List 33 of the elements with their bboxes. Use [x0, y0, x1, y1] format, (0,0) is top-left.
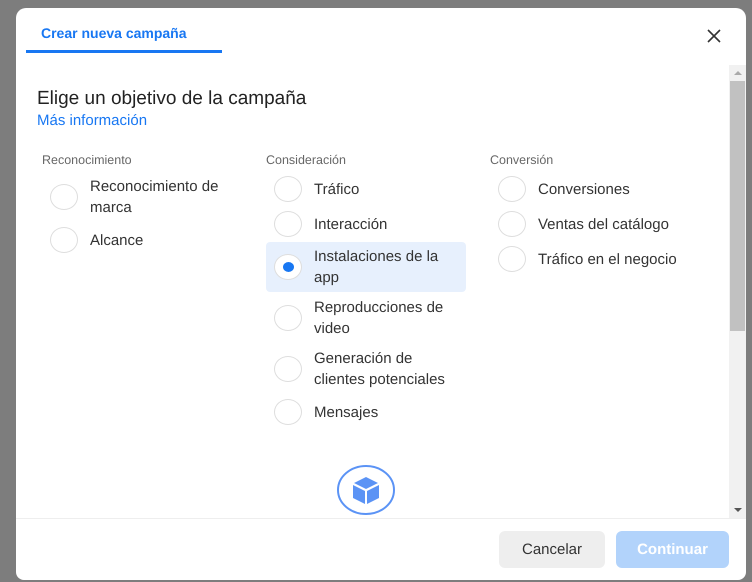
radio-button[interactable]: [50, 184, 78, 210]
option-label[interactable]: Reconocimiento de marca: [90, 176, 234, 218]
option-label[interactable]: Tráfico en el negocio: [538, 248, 677, 270]
radio-button[interactable]: [50, 227, 78, 253]
dialog-heading: Elige un objetivo de la campaña: [37, 87, 308, 111]
option-label[interactable]: Generación de clientes potenciales: [314, 348, 458, 390]
scrollbar[interactable]: [729, 65, 746, 518]
category-label: Consideración: [266, 153, 346, 167]
option-label[interactable]: Interacción: [314, 214, 388, 234]
option-label[interactable]: Alcance: [90, 230, 144, 250]
option-label[interactable]: Tráfico: [314, 178, 360, 200]
radio-button[interactable]: [274, 211, 302, 237]
option-label[interactable]: Mensajes: [314, 402, 378, 422]
radio-button[interactable]: [498, 176, 526, 202]
category-label: Reconocimiento: [42, 153, 132, 167]
option-label[interactable]: Reproducciones de video: [314, 297, 458, 339]
cancel-button[interactable]: Cancelar: [499, 531, 605, 568]
tab[interactable]: Crear nueva campaña: [26, 8, 222, 53]
option-label[interactable]: Conversiones: [538, 178, 630, 200]
radio-button[interactable]: [274, 356, 302, 382]
radio-button[interactable]: [274, 176, 302, 202]
more-info-link[interactable]: Más información: [37, 111, 148, 131]
radio-button[interactable]: [498, 211, 526, 237]
radio-button[interactable]: [274, 305, 302, 331]
category-label: Conversión: [490, 153, 554, 167]
scroll-up-icon[interactable]: [732, 70, 742, 76]
radio-button[interactable]: [498, 246, 526, 272]
radio-button[interactable]: [274, 254, 302, 280]
cube-icon: [336, 464, 396, 516]
scroll-down-icon[interactable]: [732, 507, 742, 513]
radio-button[interactable]: [274, 399, 302, 425]
option-label[interactable]: Ventas del catálogo: [538, 214, 669, 234]
close-icon[interactable]: [706, 28, 722, 44]
